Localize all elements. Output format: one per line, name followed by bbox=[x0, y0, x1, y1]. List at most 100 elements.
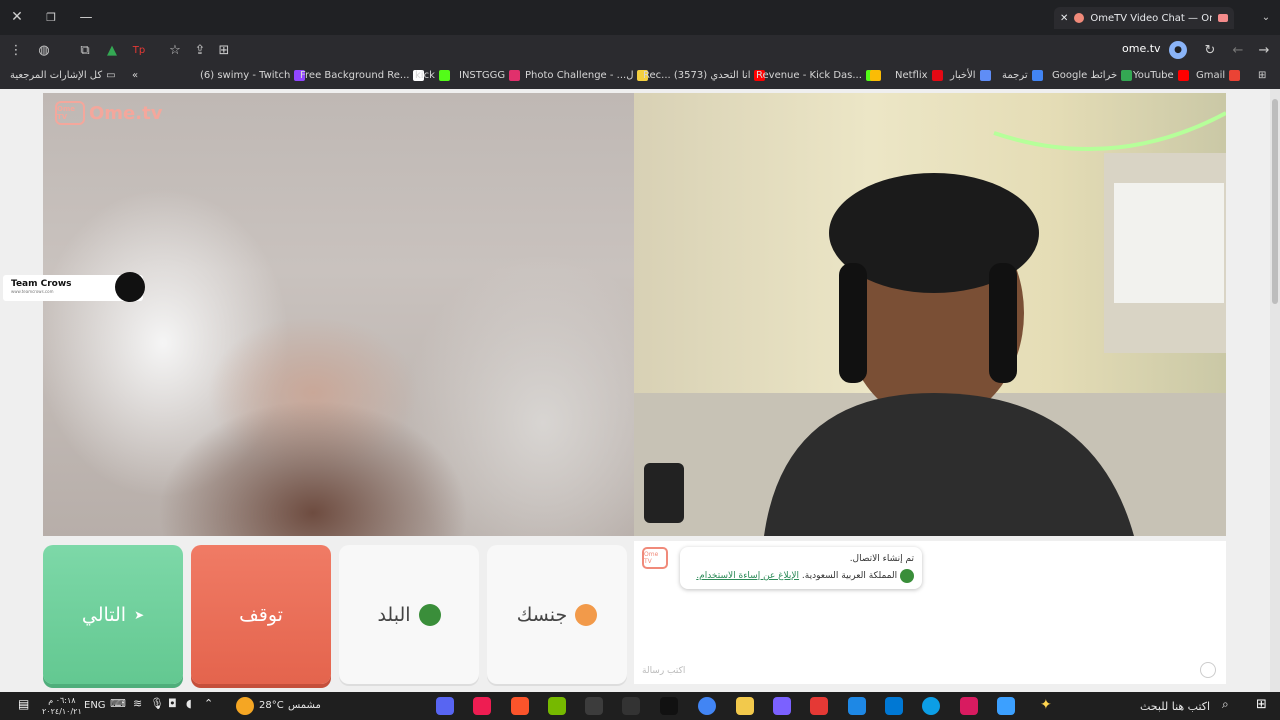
drive-extension-icon[interactable]: ▲ bbox=[103, 41, 121, 59]
tab-list-icon[interactable]: ⌄ bbox=[1257, 8, 1275, 26]
back-icon[interactable]: → bbox=[1255, 41, 1273, 59]
tiktok-studio-icon[interactable] bbox=[473, 697, 491, 715]
bookmark-item[interactable]: ترجمة bbox=[1002, 70, 1043, 81]
browser-titlebar: ✕ ❐ — + ✕ OmeTV Video Chat — Ome ⌄ bbox=[0, 0, 1280, 35]
all-bookmarks-item[interactable]: كل الإشارات المرجعية ▭ bbox=[10, 70, 116, 81]
chrome-icon[interactable] bbox=[698, 697, 716, 715]
gender-button[interactable]: جنسك bbox=[487, 545, 627, 684]
close-window-icon[interactable]: ✕ bbox=[8, 8, 26, 26]
tiktok-icon[interactable] bbox=[660, 697, 678, 715]
profile-avatar-icon[interactable]: ◍ bbox=[35, 41, 53, 59]
gender-face-icon bbox=[575, 603, 598, 626]
discord-icon[interactable] bbox=[436, 697, 454, 715]
maps-icon bbox=[1121, 70, 1133, 81]
headphones-shape bbox=[989, 263, 1017, 383]
bookmark-item[interactable]: Google خرائط bbox=[1052, 70, 1133, 81]
headphones-shape bbox=[839, 263, 867, 383]
message-input[interactable]: اكتب رسالة bbox=[642, 666, 685, 676]
site-info-icon[interactable]: ● bbox=[1169, 41, 1187, 59]
forward-icon[interactable]: ← bbox=[1229, 41, 1247, 59]
system-message: تم إنشاء الاتصال. المملكة العربية السعود… bbox=[680, 547, 922, 589]
bookmark-item[interactable]: INSTGGG bbox=[459, 70, 521, 81]
clock[interactable]: ٠٦:١٨ م ٢٠٢٤/١٠/٢١ bbox=[42, 695, 82, 717]
team-crows-badge: Team Crows www.teamcrows.com bbox=[3, 272, 145, 302]
weather-text[interactable]: مشمس bbox=[288, 700, 321, 711]
microphone-shape bbox=[644, 463, 684, 523]
volume-icon[interactable]: ◖ bbox=[186, 697, 204, 715]
youtube-icon bbox=[1177, 70, 1189, 81]
media-player-icon[interactable] bbox=[810, 697, 828, 715]
reload-icon[interactable]: ↻ bbox=[1201, 41, 1219, 59]
obs-icon[interactable] bbox=[622, 697, 640, 715]
weather-sun-icon[interactable] bbox=[236, 697, 254, 715]
tp-extension-icon[interactable]: Tp bbox=[130, 41, 148, 59]
tab-title: OmeTV Video Chat — Ome bbox=[1090, 12, 1212, 24]
instagram-icon bbox=[509, 70, 521, 81]
bookmark-item[interactable]: kick bbox=[415, 70, 450, 81]
bookmark-item[interactable]: (6) swimy - Twitch bbox=[200, 70, 306, 81]
scrollbar-thumb[interactable] bbox=[1272, 99, 1278, 304]
windows-taskbar: ▤ ٠٦:١٨ م ٢٠٢٤/١٠/٢١ ENG ⌨ ≋ 🎙 ◘ ◖ ⌃ 28°… bbox=[0, 692, 1280, 720]
bookmark-item[interactable]: Free Background Re... bbox=[300, 70, 425, 81]
bookmark-item[interactable]: YouTube bbox=[1133, 70, 1189, 81]
tab-close-icon[interactable]: ✕ bbox=[1060, 13, 1068, 24]
bookmark-item[interactable]: الأخبار bbox=[950, 70, 991, 81]
language-indicator[interactable]: ENG bbox=[84, 700, 106, 711]
bookmark-item[interactable]: Netflix bbox=[895, 70, 943, 81]
translate-icon[interactable]: ⊞ bbox=[215, 41, 233, 59]
keyboard-icon[interactable]: ⌨ bbox=[110, 697, 128, 715]
tray-chevron-icon[interactable]: ⌃ bbox=[204, 697, 222, 715]
menu-dots-icon[interactable]: ⋮ bbox=[8, 41, 24, 59]
bookmark-item[interactable]: Revenue - Kick Das... bbox=[756, 70, 877, 81]
emoji-icon[interactable] bbox=[1200, 662, 1216, 678]
next-button[interactable]: التالي ➤ bbox=[43, 545, 183, 684]
file-explorer-icon[interactable] bbox=[736, 697, 754, 715]
ometv-logo: Ome TV Ome.tv bbox=[55, 101, 163, 125]
apps-grid-icon[interactable]: ⊞ bbox=[1258, 70, 1266, 81]
page-scrollbar[interactable] bbox=[1270, 89, 1280, 692]
bookmark-item[interactable] bbox=[870, 70, 881, 81]
app-icon[interactable] bbox=[585, 697, 603, 715]
more-bookmarks-icon[interactable]: « bbox=[132, 70, 138, 81]
nvidia-icon[interactable] bbox=[548, 697, 566, 715]
search-icon[interactable]: ⌕ bbox=[1222, 697, 1240, 715]
share-icon[interactable]: ⇪ bbox=[191, 41, 209, 59]
weather-temp[interactable]: 28°C bbox=[259, 700, 284, 711]
app-3-icon[interactable] bbox=[848, 697, 866, 715]
bookmark-item[interactable]: Rec... انا التحدي (3573) bbox=[643, 70, 766, 81]
country-button[interactable]: البلد bbox=[339, 545, 479, 684]
brave-icon[interactable] bbox=[511, 697, 529, 715]
bookmark-item[interactable]: Gmail bbox=[1196, 70, 1241, 81]
gmail-icon bbox=[1229, 70, 1241, 81]
notifications-icon[interactable]: ▤ bbox=[18, 697, 36, 715]
microphone-icon[interactable]: 🎙 bbox=[150, 697, 168, 715]
minimize-window-icon[interactable]: — bbox=[77, 8, 95, 26]
adobe-icon[interactable] bbox=[960, 697, 978, 715]
game-app-icon[interactable] bbox=[773, 697, 791, 715]
tab-mute-icon[interactable] bbox=[1218, 14, 1228, 22]
camera-icon[interactable]: ◘ bbox=[168, 697, 186, 715]
country-line: المملكة العربية السعودية. الإبلاغ عن إسا… bbox=[688, 568, 914, 585]
extensions-icon[interactable]: ⧉ bbox=[76, 41, 94, 59]
saudi-flag-icon bbox=[418, 603, 441, 626]
report-abuse-link[interactable]: الإبلاغ عن إساءة الاستخدام. bbox=[696, 571, 799, 581]
bookmark-star-icon[interactable]: ☆ bbox=[166, 41, 184, 59]
stop-button[interactable]: توقف bbox=[191, 545, 331, 684]
outlook-icon[interactable] bbox=[885, 697, 903, 715]
bookmark-item[interactable]: Photo Challenge - ...ل bbox=[525, 70, 649, 81]
crow-logo-icon bbox=[115, 272, 145, 302]
browser-toolbar: ⋮ ◍ ⧉ ▲ Tp ☆ ⇪ ⊞ ome.tv ● ↻ ← → bbox=[0, 35, 1280, 65]
edge-icon[interactable] bbox=[922, 697, 940, 715]
tab-ometv[interactable]: ✕ OmeTV Video Chat — Ome bbox=[1054, 7, 1234, 29]
wifi-icon[interactable]: ≋ bbox=[133, 697, 151, 715]
taskbar-search[interactable]: اكتب هنا للبحث bbox=[1140, 700, 1210, 713]
self-video-scene bbox=[634, 111, 1226, 536]
sparkle-icon[interactable]: ✦ bbox=[1040, 697, 1058, 715]
tab-favicon-icon bbox=[1074, 13, 1085, 23]
restore-window-icon[interactable]: ❐ bbox=[42, 8, 60, 26]
copilot-icon[interactable] bbox=[997, 697, 1015, 715]
stranger-video: Ome TV Ome.tv bbox=[43, 93, 634, 536]
address-bar[interactable]: ome.tv bbox=[1122, 42, 1161, 55]
ometv-chat-logo-icon: Ome TV bbox=[642, 547, 668, 569]
windows-start-icon[interactable]: ⊞ bbox=[1256, 697, 1274, 715]
